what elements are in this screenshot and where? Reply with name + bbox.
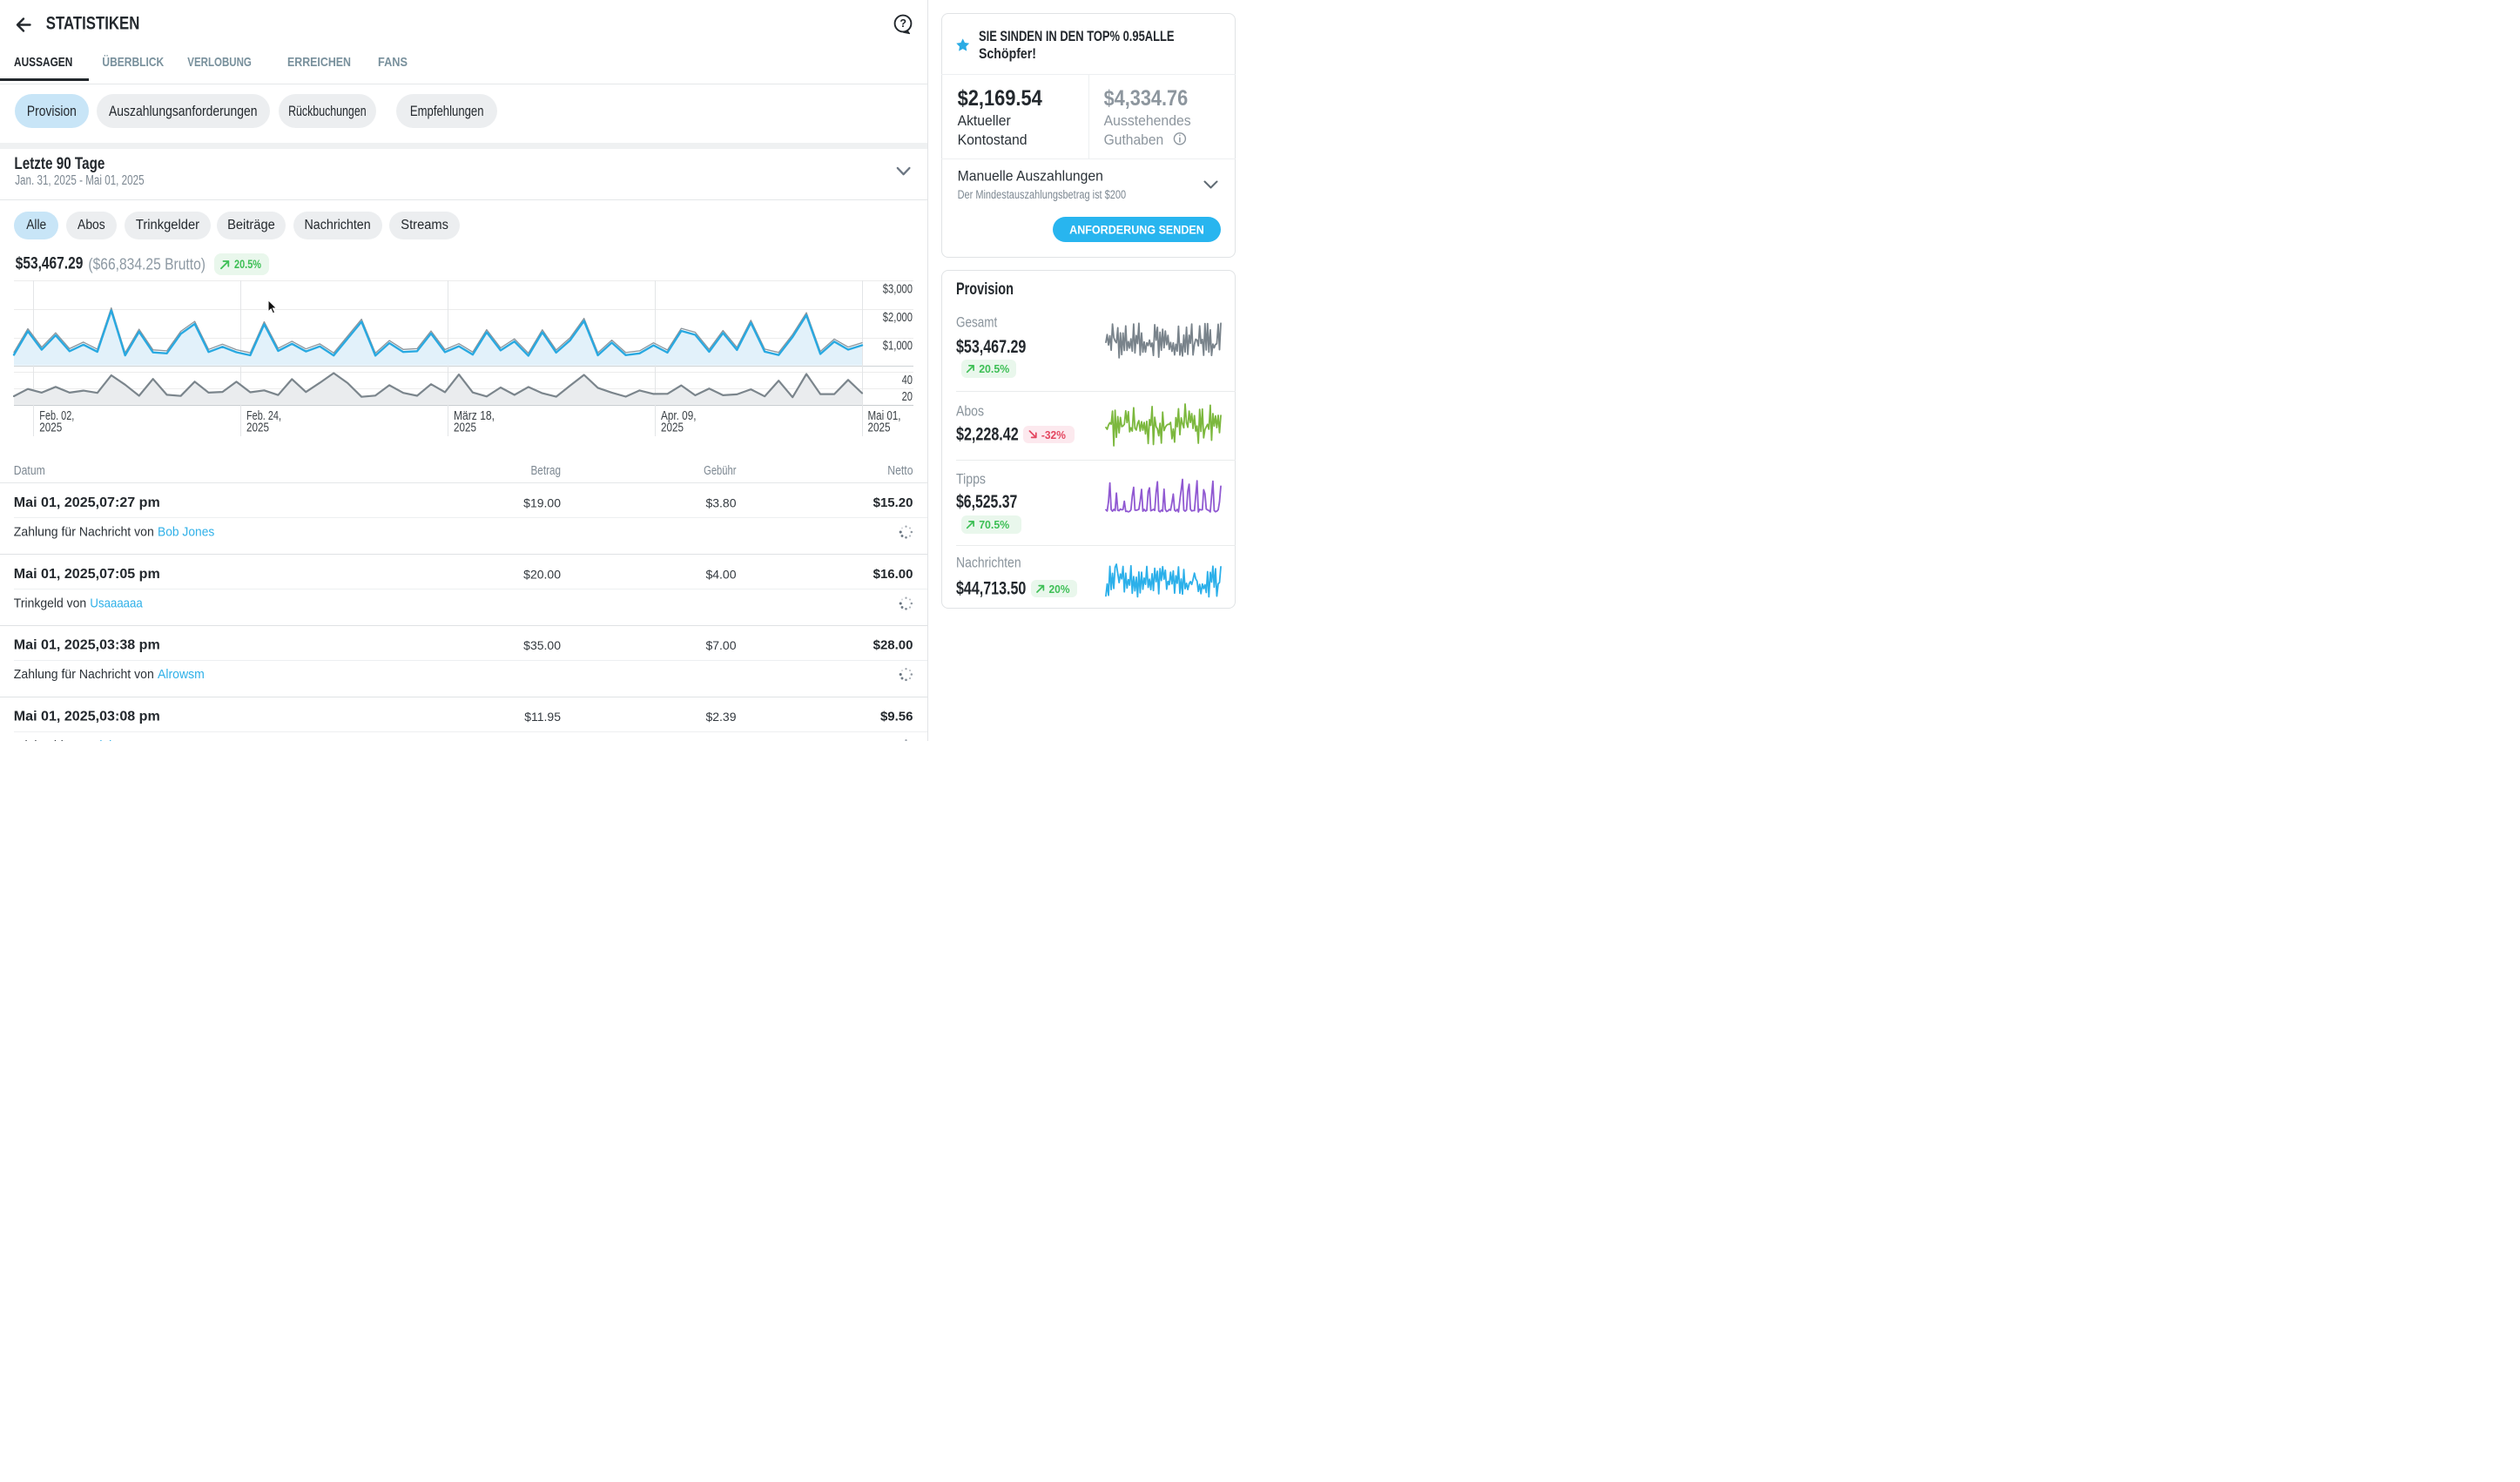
svg-text:Abos: Abos (77, 218, 105, 232)
svg-text:Aktueller: Aktueller (958, 112, 1011, 129)
svg-text:Abos: Abos (956, 403, 984, 420)
svg-text:$2,169.54: $2,169.54 (958, 86, 1042, 111)
svg-text:Jan. 31, 2025 - Mai 01, 2025: Jan. 31, 2025 - Mai 01, 2025 (15, 173, 144, 188)
svg-text:?: ? (900, 17, 906, 30)
svg-text:Der Mindestauszahlungsbetrag i: Der Mindestauszahlungsbetrag ist $200 (958, 188, 1127, 201)
svg-text:Provision: Provision (27, 104, 77, 119)
svg-text:FANS: FANS (378, 55, 408, 70)
svg-text:Gesamt: Gesamt (956, 314, 998, 331)
svg-text:Streams: Streams (401, 218, 448, 232)
svg-text:Empfehlungen: Empfehlungen (410, 104, 484, 119)
svg-text:SIE SINDEN IN DEN TOP% 0.95ALL: SIE SINDEN IN DEN TOP% 0.95ALLE (979, 29, 1175, 44)
svg-text:Auszahlungsanforderungen: Auszahlungsanforderungen (109, 104, 258, 119)
svg-text:Letzte 90 Tage: Letzte 90 Tage (14, 154, 104, 173)
svg-text:Guthaben: Guthaben (1104, 131, 1164, 148)
svg-text:Schöpfer!: Schöpfer! (979, 46, 1036, 62)
svg-text:$44,713.50: $44,713.50 (956, 579, 1026, 599)
svg-text:2025: 2025 (661, 421, 684, 435)
svg-text:Usaaaaaa: Usaaaaaa (90, 596, 143, 611)
svg-text:-32%: -32% (1041, 428, 1066, 441)
svg-text:$1,000: $1,000 (883, 339, 913, 354)
svg-text:Kontostand: Kontostand (958, 131, 1028, 148)
svg-text:Trinkgeld von: Trinkgeld von (14, 596, 86, 611)
svg-text:$19.00: $19.00 (523, 496, 561, 510)
svg-text:40: 40 (902, 373, 913, 387)
svg-text:VERLOBUNG: VERLOBUNG (187, 55, 252, 70)
svg-text:Bob Jones: Bob Jones (158, 525, 214, 540)
svg-text:2025: 2025 (39, 421, 62, 435)
svg-text:$53,467.29: $53,467.29 (16, 255, 84, 273)
svg-text:ERREICHEN: ERREICHEN (287, 55, 351, 70)
svg-text:Manuelle Auszahlungen: Manuelle Auszahlungen (958, 168, 1103, 185)
svg-text:$11.95: $11.95 (524, 710, 561, 724)
svg-text:2025: 2025 (454, 421, 476, 435)
svg-text:$15.20: $15.20 (873, 495, 913, 510)
svg-text:$3,000: $3,000 (883, 281, 913, 296)
svg-text:$3.80: $3.80 (705, 496, 736, 510)
svg-text:$4.00: $4.00 (705, 568, 736, 582)
svg-text:($66,834.25 Brutto): ($66,834.25 Brutto) (88, 255, 206, 273)
svg-text:Betrag: Betrag (531, 463, 562, 478)
svg-text:Alrowsm: Alrowsm (158, 667, 205, 682)
svg-text:Mai 01, 2025,03:08 pm: Mai 01, 2025,03:08 pm (14, 710, 160, 724)
svg-text:$9.56: $9.56 (880, 710, 913, 724)
svg-text:2025: 2025 (868, 421, 891, 435)
svg-text:$53,467.29: $53,467.29 (956, 337, 1026, 357)
svg-text:$16.00: $16.00 (873, 567, 913, 582)
svg-text:$6,525.37: $6,525.37 (956, 492, 1017, 512)
svg-text:20.5%: 20.5% (979, 362, 1009, 375)
svg-text:2025: 2025 (246, 421, 269, 435)
svg-text:$2,228.42: $2,228.42 (956, 425, 1019, 445)
svg-text:Trinkgelder: Trinkgelder (136, 218, 199, 232)
svg-text:Zahlung für Nachricht von: Zahlung für Nachricht von (14, 667, 154, 682)
svg-text:AUSSAGEN: AUSSAGEN (14, 55, 72, 70)
svg-text:STATISTIKEN: STATISTIKEN (46, 14, 140, 34)
svg-text:20%: 20% (1049, 583, 1070, 596)
svg-text:$20.00: $20.00 (523, 568, 561, 582)
svg-text:ANFORDERUNG SENDEN: ANFORDERUNG SENDEN (1069, 223, 1204, 236)
svg-text:ÜBERBLICK: ÜBERBLICK (102, 55, 164, 70)
svg-text:Alle: Alle (26, 218, 46, 232)
svg-text:Nachrichten: Nachrichten (956, 555, 1021, 571)
svg-text:Rückbuchungen: Rückbuchungen (288, 104, 367, 119)
svg-text:Beiträge: Beiträge (227, 218, 275, 232)
svg-text:Trinkgeld von: Trinkgeld von (14, 738, 86, 741)
svg-text:Rich: Rich (90, 738, 116, 741)
svg-text:20: 20 (902, 389, 913, 404)
svg-text:Mai 01, 2025,07:27 pm: Mai 01, 2025,07:27 pm (14, 495, 160, 510)
svg-text:Mai 01, 2025,03:38 pm: Mai 01, 2025,03:38 pm (14, 638, 160, 653)
svg-text:$2,000: $2,000 (883, 310, 913, 325)
svg-text:Netto: Netto (887, 463, 913, 478)
svg-text:Mai 01, 2025,07:05 pm: Mai 01, 2025,07:05 pm (14, 567, 160, 582)
svg-text:Ausstehendes: Ausstehendes (1104, 112, 1191, 129)
svg-text:Zahlung für Nachricht von: Zahlung für Nachricht von (14, 525, 154, 540)
svg-text:Datum: Datum (14, 463, 45, 478)
svg-text:$35.00: $35.00 (523, 638, 561, 652)
svg-text:$28.00: $28.00 (873, 638, 913, 653)
svg-text:$4,334.76: $4,334.76 (1104, 86, 1189, 111)
svg-text:Nachrichten: Nachrichten (305, 218, 371, 232)
svg-text:Tipps: Tipps (956, 471, 986, 488)
svg-text:$2.39: $2.39 (705, 710, 736, 724)
svg-text:Gebühr: Gebühr (704, 463, 736, 478)
svg-text:20.5%: 20.5% (234, 258, 261, 271)
svg-text:$7.00: $7.00 (705, 638, 736, 652)
svg-text:70.5%: 70.5% (979, 518, 1009, 531)
svg-text:Provision: Provision (956, 280, 1014, 299)
